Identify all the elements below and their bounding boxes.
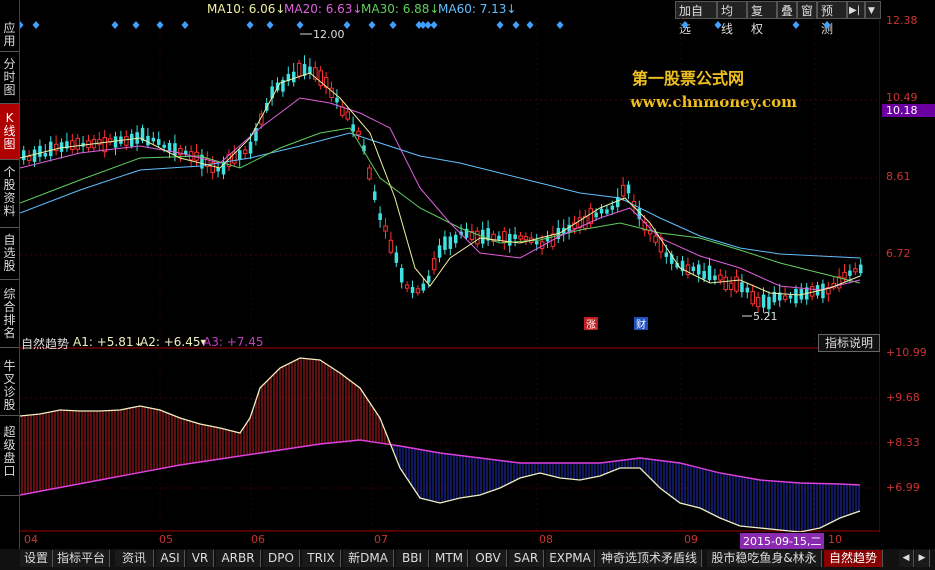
tab-magic-top[interactable]: 神奇选顶术矛盾线 (597, 550, 702, 567)
finance-badge: 财 (636, 318, 646, 331)
price-label: 6.72 (886, 247, 911, 260)
nav-ranking[interactable]: 综合排名 (0, 280, 19, 348)
indicator-axis-label: +8.33 (886, 436, 920, 449)
a3-value: A3: +7.45 (203, 335, 264, 349)
x-axis-label: 09 (684, 533, 698, 546)
tab-dpo[interactable]: DPO (263, 550, 300, 567)
rise-badge: 涨 (586, 319, 596, 331)
x-axis-label: 04 (24, 533, 38, 546)
x-axis-label: 08 (539, 533, 553, 546)
tab-sar[interactable]: SAR (509, 550, 544, 567)
ma10-legend: MA10: 6.06↓ (207, 2, 286, 16)
indicator-axis-label: +6.99 (886, 481, 920, 494)
tab-bbi[interactable]: BBI (396, 550, 429, 567)
nav-app[interactable]: 应用 (0, 18, 19, 52)
x-axis-label: 05 (159, 533, 173, 546)
tab-arbr[interactable]: ARBR (216, 550, 261, 567)
tab-indicator-platform[interactable]: 指标平台 (53, 550, 110, 567)
kline-chart[interactable]: 12.00 5.21 涨 财 (20, 18, 880, 532)
nav-level2[interactable]: 超级盘口 (0, 416, 19, 496)
ma60-legend: MA60: 7.13↓ (438, 2, 517, 16)
a2-value: A2: +6.45▾ (140, 335, 207, 349)
tab-news[interactable]: 资讯 (115, 550, 154, 567)
tab-scroll-left-icon[interactable]: ◀ (899, 550, 914, 567)
indicator-axis-label: +9.68 (886, 391, 920, 404)
nav-intraday[interactable]: 分时图 (0, 52, 19, 104)
tab-settings[interactable]: 设置 (20, 550, 53, 567)
tab-fish-body[interactable]: 股市稳吃鱼身&林永 (707, 550, 822, 567)
x-axis-label: 10 (828, 533, 842, 546)
indicator-name: 自然趋势 (21, 337, 70, 351)
tab-scroll-right-icon[interactable]: ▶ (915, 550, 930, 567)
ma-button[interactable]: 均线 (717, 1, 747, 36)
ma30-legend: MA30: 6.88↓ (361, 2, 440, 16)
nav-kline[interactable]: K线图 (0, 104, 19, 160)
tab-expma[interactable]: EXPMA (546, 550, 595, 567)
tab-obv[interactable]: OBV (470, 550, 507, 567)
add-watchlist-button[interactable]: 加自选 (675, 1, 717, 36)
indicator-help-button[interactable]: 指标说明 (818, 334, 880, 352)
x-axis-label: 07 (374, 533, 388, 546)
tab-asi[interactable]: ASI (156, 550, 185, 567)
tab-natural-trend[interactable]: 自然趋势 (824, 550, 883, 567)
x-axis-label: 06 (251, 533, 265, 546)
date-badge: 2015-09-15,二 (740, 533, 825, 549)
indicator-axis-label: +10.99 (886, 346, 927, 359)
current-price-label: 10.18 (882, 104, 935, 117)
price-label: 8.61 (886, 170, 911, 183)
high-annotation: 12.00 (313, 28, 345, 41)
tab-mtm[interactable]: MTM (431, 550, 468, 567)
left-nav: 应用 分时图 K线图 个股资料 自选股 综合排名 牛叉诊股 超级盘口 (0, 0, 20, 549)
tab-new-dma[interactable]: 新DMA (343, 550, 394, 567)
collapse-icon[interactable]: ▶| (847, 1, 865, 19)
price-label: 10.49 (886, 91, 918, 104)
tab-vr[interactable]: VR (187, 550, 214, 567)
window-button[interactable]: 窗 (797, 1, 817, 19)
nav-profile[interactable]: 个股资料 (0, 160, 19, 228)
nav-watchlist[interactable]: 自选股 (0, 228, 19, 280)
forecast-button[interactable]: 预测 (817, 1, 847, 36)
restore-button[interactable]: 复权 (747, 1, 777, 36)
ma20-legend: MA20: 6.63↓ (284, 2, 363, 16)
low-annotation: 5.21 (753, 310, 778, 323)
overlay-button[interactable]: 叠 (777, 1, 797, 19)
a1-value: A1: +5.81↓ (73, 335, 144, 349)
tab-trix[interactable]: TRIX (302, 550, 341, 567)
price-label: 12.38 (886, 14, 918, 27)
nav-diagnosis[interactable]: 牛叉诊股 (0, 348, 19, 416)
dropdown-icon[interactable]: ▼ (865, 1, 881, 19)
